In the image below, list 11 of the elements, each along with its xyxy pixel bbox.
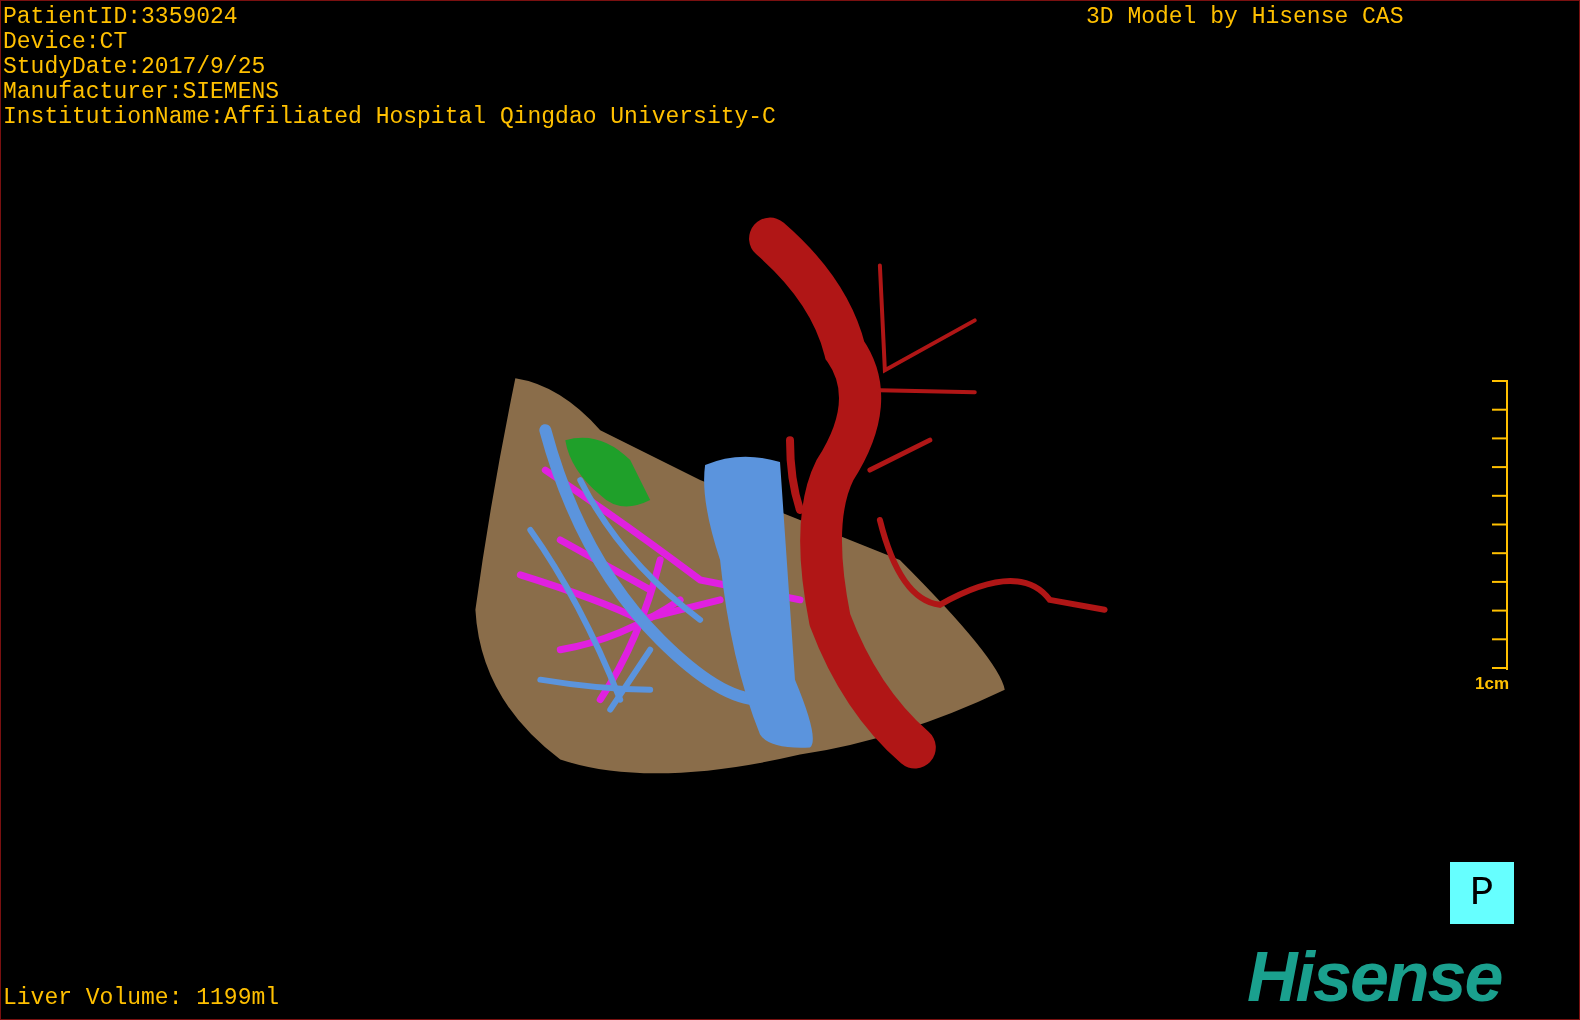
brand-logo: Hisense xyxy=(1247,937,1502,1017)
patient-info-line: StudyDate:2017/9/25 xyxy=(3,55,267,80)
orientation-marker[interactable]: P xyxy=(1450,862,1514,924)
model-credit: 3D Model by Hisense CAS xyxy=(1086,5,1404,30)
patient-info-line: InstitutionName:Affiliated Hospital Qingdao University-C xyxy=(3,105,776,130)
patient-info-line: PatientID:3359024 xyxy=(3,5,239,30)
scale-label: 1cm xyxy=(1474,674,1509,694)
patient-info-line: Manufacturer:SIEMENS xyxy=(3,80,281,105)
patient-info-line: Device:CT xyxy=(3,30,129,55)
scale-ruler-icon xyxy=(1491,379,1509,672)
liver-volume: Liver Volume: 1199ml xyxy=(3,986,280,1011)
